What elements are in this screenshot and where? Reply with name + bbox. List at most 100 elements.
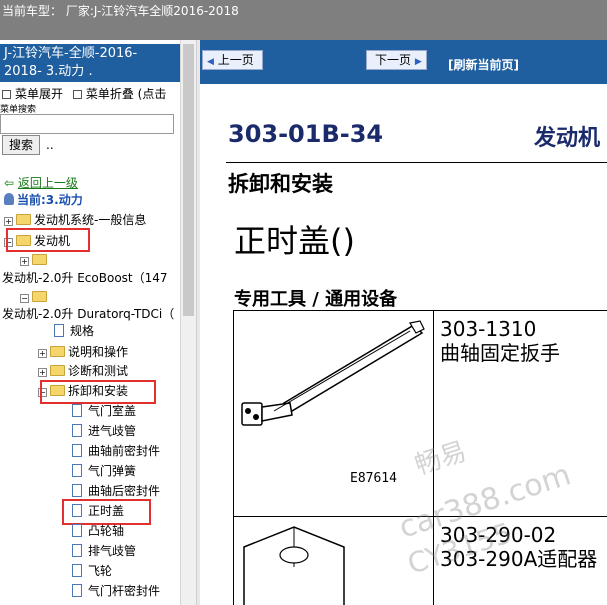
refresh-page-link[interactable]: [刷新当前页]: [448, 56, 519, 73]
tree-item-subfolder-1[interactable]: +: [20, 252, 50, 269]
next-page-label: 下一页: [375, 53, 412, 67]
left-scrollbar-thumb[interactable]: [183, 44, 194, 316]
back-row[interactable]: ⇦ 返回上一级: [4, 175, 78, 192]
tree-item-label[interactable]: 排气歧管: [88, 544, 136, 558]
back-link[interactable]: 返回上一级: [18, 176, 78, 190]
user-icon: [4, 193, 14, 205]
tree-item-subfolder-2[interactable]: −: [20, 289, 50, 306]
document-icon: [72, 404, 82, 417]
current-node-label: 当前:3.动力: [17, 193, 83, 207]
tree-item-exhaust-manifold[interactable]: 排气歧管: [72, 543, 136, 560]
document-icon: [54, 324, 64, 337]
tree-item-label[interactable]: 曲轴后密封件: [88, 484, 160, 498]
expand-plus-icon[interactable]: +: [4, 217, 13, 226]
document-icon: [72, 424, 82, 437]
next-arrow-icon: ▶: [414, 57, 422, 67]
menu-expand-link[interactable]: 菜单展开: [15, 87, 63, 101]
document-icon: [72, 584, 82, 597]
menu-title-line2: 2018- 3.动力 .: [4, 64, 93, 79]
tree-item-label[interactable]: 规格: [70, 324, 94, 338]
menu-search-input[interactable]: [0, 114, 174, 134]
tree-item-ecoboost[interactable]: 发动机-2.0升 EcoBoost（147: [2, 270, 168, 287]
prev-page-label: 上一页: [217, 53, 254, 67]
top-bar: 当前车型： 厂家:J-江铃汽车全顺2016-2018: [0, 0, 607, 40]
folder-icon: [50, 346, 65, 357]
document-panel: ◀ 上一页 下一页 ▶ [刷新当前页] 303-01B-34 发动机 拆卸和安装…: [200, 40, 607, 605]
menu-collapse-link[interactable]: 菜单折叠 (点击: [86, 87, 167, 101]
tools-heading: 专用工具 / 通用设备: [234, 289, 398, 310]
next-page-button[interactable]: 下一页 ▶: [366, 50, 427, 70]
tree-item-label[interactable]: 飞轮: [88, 564, 112, 578]
tree-item-description[interactable]: + 说明和操作: [38, 344, 128, 361]
folder-open-icon: [32, 291, 47, 302]
highlight-box-timing-cover: [62, 499, 151, 525]
tree-item-specs[interactable]: 规格: [54, 323, 94, 340]
tree-item-label[interactable]: 发动机-2.0升 Duratorq-TDCi（: [2, 307, 174, 321]
tree-item-duratorq[interactable]: 发动机-2.0升 Duratorq-TDCi（: [2, 306, 174, 323]
left-menu-panel: J-江铃汽车-全顺-2016- 2018- 3.动力 . 菜单展开 菜单折叠 (…: [0, 40, 196, 605]
adapter-illustration: [243, 526, 345, 605]
tool-image-adapter: [234, 517, 434, 605]
tree-item-engine-system[interactable]: + 发动机系统-一般信息: [4, 212, 146, 229]
highlight-box-engine: [6, 228, 90, 252]
tool-name: 曲轴固定扳手: [440, 341, 560, 365]
document-icon: [72, 544, 82, 557]
expand-plus-icon[interactable]: +: [38, 368, 47, 377]
tree-item-label[interactable]: 气门弹簧: [88, 464, 136, 478]
wrench-illustration: [241, 320, 425, 426]
tree-item-camshaft[interactable]: 凸轮轴: [72, 523, 124, 540]
document-icon: [72, 484, 82, 497]
menu-expand-icon[interactable]: [2, 90, 11, 99]
current-node: 当前:3.动力: [4, 192, 83, 209]
document-icon: [72, 444, 82, 457]
tree-item-flywheel[interactable]: 飞轮: [72, 563, 112, 580]
back-arrow-icon: ⇦: [4, 176, 15, 190]
tree-item-label[interactable]: 凸轮轴: [88, 524, 124, 538]
document-code: 303-01B-34: [228, 120, 384, 148]
folder-icon: [50, 365, 65, 376]
tree-item-valve-spring[interactable]: 气门弹簧: [72, 463, 136, 480]
search-dots: ..: [46, 138, 54, 152]
folder-icon: [16, 214, 31, 225]
tools-table: E87614 303-1310 曲轴固定扳手 303-290-02 303-29…: [233, 310, 607, 605]
tool-info-adapter: 303-290-02 303-290A适配器: [434, 517, 607, 605]
expand-plus-icon[interactable]: +: [38, 349, 47, 358]
menu-collapse-icon[interactable]: [72, 90, 82, 99]
tree-item-valve-stem-seal[interactable]: 气门杆密封件: [72, 583, 160, 600]
left-scrollbar[interactable]: [180, 40, 196, 605]
tree-item-intake-manifold[interactable]: 进气歧管: [72, 423, 136, 440]
page-nav-bar: ◀ 上一页 下一页 ▶ [刷新当前页]: [200, 40, 607, 84]
current-vehicle-label: 当前车型： 厂家:J-江铃汽车全顺2016-2018: [2, 4, 239, 18]
tree-item-diagnostics[interactable]: + 诊断和测试: [38, 363, 128, 380]
tree-item-valve-cover[interactable]: 气门室盖: [72, 403, 136, 420]
tree-item-label[interactable]: 气门室盖: [88, 404, 136, 418]
tree-item-label[interactable]: 发动机-2.0升 EcoBoost（147: [2, 271, 168, 285]
document-icon: [72, 564, 82, 577]
document-icon: [72, 524, 82, 537]
expand-plus-icon[interactable]: +: [20, 257, 29, 266]
tree-item-front-seal[interactable]: 曲轴前密封件: [72, 443, 160, 460]
tree-item-label[interactable]: 说明和操作: [68, 345, 128, 359]
menu-title: J-江铃汽车-全顺-2016- 2018- 3.动力 .: [0, 44, 180, 82]
tool-image-crankshaft-wrench: E87614: [234, 311, 434, 517]
tool-image-code: E87614: [350, 471, 397, 486]
tree-item-label[interactable]: 气门杆密封件: [88, 584, 160, 598]
tool-code: 303-1310: [440, 317, 537, 341]
prev-page-button[interactable]: ◀ 上一页: [202, 50, 263, 70]
folder-icon: [32, 254, 47, 265]
tree-item-label[interactable]: 进气歧管: [88, 424, 136, 438]
collapse-minus-icon[interactable]: −: [20, 294, 29, 303]
tool-info-crankshaft-wrench: 303-1310 曲轴固定扳手: [434, 311, 607, 517]
document-icon: [72, 464, 82, 477]
tree-item-label[interactable]: 发动机系统-一般信息: [34, 213, 146, 227]
tree-item-label[interactable]: 诊断和测试: [68, 364, 128, 378]
header-rule: [226, 162, 607, 163]
tree-item-rear-seal[interactable]: 曲轴后密封件: [72, 483, 160, 500]
document-title: 正时盖(): [234, 222, 355, 260]
search-button[interactable]: 搜索: [2, 135, 40, 155]
tree-item-label[interactable]: 曲轴前密封件: [88, 444, 160, 458]
tool-name: 303-290A适配器: [440, 547, 598, 571]
tool-code: 303-290-02: [440, 523, 557, 547]
document-section: 拆卸和安装: [228, 172, 333, 196]
prev-arrow-icon: ◀: [207, 57, 214, 67]
